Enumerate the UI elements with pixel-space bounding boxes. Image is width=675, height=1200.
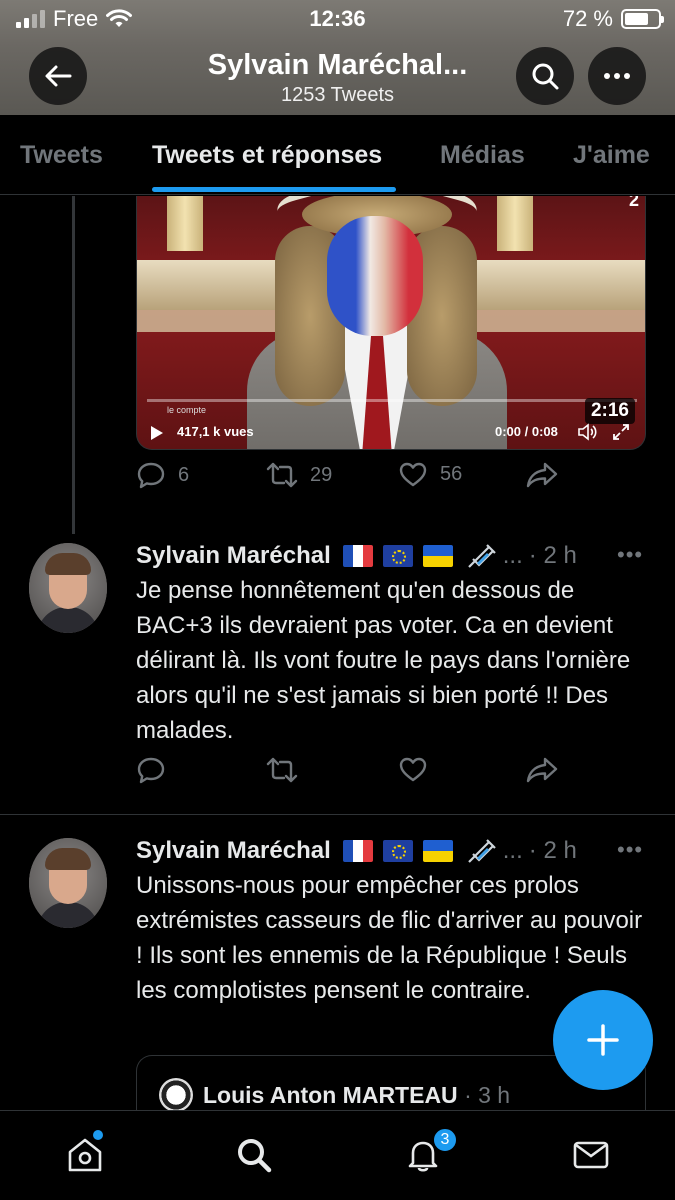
reply-count: 6 [178, 463, 190, 486]
retweet-icon [266, 462, 298, 488]
play-icon[interactable] [151, 426, 163, 440]
name-emojis [342, 541, 497, 571]
tweet-timestamp[interactable]: · 2 h [529, 542, 577, 570]
home-notification-dot [93, 1130, 103, 1140]
channel-logo: 2 [628, 196, 639, 210]
heart-icon [399, 462, 427, 487]
reply-icon [137, 462, 165, 489]
home-icon [68, 1138, 102, 1172]
plus-icon [587, 1024, 619, 1056]
tweet[interactable]: Sylvain Maréchal ... · 2 h ••• Je pense … [0, 540, 675, 810]
name-emojis [342, 836, 497, 866]
battery-percent: 72 % [562, 6, 613, 31]
avatar[interactable] [29, 838, 107, 928]
video-time: 0:00 / 0:08 [495, 424, 558, 439]
more-icon [604, 73, 630, 79]
video-thumbnail-face [327, 216, 423, 336]
like-button[interactable] [398, 755, 428, 783]
syringe-icon [467, 544, 496, 568]
syringe-icon [467, 839, 496, 863]
france-flag-icon [342, 840, 373, 862]
share-button[interactable] [526, 755, 558, 785]
profile-title: Sylvain Maréchal... 1253 Tweets [160, 49, 515, 107]
video-views: 417,1 k vues [177, 424, 254, 439]
tweet-header: Sylvain Maréchal ... · 2 h [136, 540, 577, 572]
retweet-icon [266, 757, 298, 783]
tweet-name-ellipsis: ... [502, 542, 523, 569]
nav-search[interactable] [232, 1133, 276, 1177]
retweet-button[interactable]: 29 [266, 460, 332, 490]
video-player[interactable]: 2 2:16 le compte 417,1 k vues 0:00 / 0:0… [136, 196, 646, 450]
avatar[interactable] [29, 543, 107, 633]
notifications-badge: 3 [432, 1127, 458, 1153]
tweet-header: Sylvain Maréchal ... · 2 h [136, 835, 577, 867]
tweet-text: Je pense honnêtement qu'en dessous de BA… [136, 577, 631, 744]
tweet-author-name[interactable]: Sylvain Maréchal [136, 837, 331, 865]
tweet-actions: 6 29 56 [136, 460, 646, 500]
active-tab-indicator [152, 187, 396, 192]
battery-icon [621, 9, 664, 29]
tweet-author-name[interactable]: Sylvain Maréchal [136, 542, 331, 570]
video-controls: 417,1 k vues 0:00 / 0:08 [137, 420, 645, 448]
tab-tweets-and-replies[interactable]: Tweets et réponses [152, 141, 382, 170]
reply-button[interactable]: 6 [136, 460, 189, 490]
ukraine-flag-icon [422, 840, 453, 862]
video-progress-bar[interactable] [147, 399, 637, 402]
nav-home[interactable] [63, 1133, 107, 1177]
heart-icon [399, 757, 427, 782]
eu-flag-icon [382, 840, 413, 862]
reply-button[interactable] [136, 755, 166, 785]
more-options-button[interactable] [588, 47, 646, 105]
search-icon [532, 63, 559, 90]
tab-likes[interactable]: J'aime [573, 141, 650, 170]
back-button[interactable] [29, 47, 87, 105]
france-flag-icon [342, 545, 373, 567]
tweet-more-button[interactable]: ••• [617, 542, 643, 568]
tab-tweets[interactable]: Tweets [20, 141, 103, 170]
like-button[interactable]: 56 [398, 460, 462, 488]
search-button[interactable] [516, 47, 574, 105]
quoted-timestamp: · 3 h [464, 1082, 511, 1108]
tweet-actions [136, 755, 646, 795]
nav-messages[interactable] [569, 1133, 613, 1177]
compose-tweet-button[interactable] [553, 990, 653, 1090]
tweet-more-button[interactable]: ••• [617, 837, 643, 863]
bottom-navigation: 3 [0, 1110, 675, 1200]
profile-name: Sylvain Maréchal... [207, 49, 468, 81]
retweet-button[interactable] [266, 755, 298, 785]
ukraine-flag-icon [422, 545, 453, 567]
share-icon [526, 757, 558, 783]
tweet-name-ellipsis: ... [502, 837, 523, 864]
thread-connector [72, 196, 75, 534]
profile-tabs: Tweets Tweets et réponses Médias J'aime [0, 115, 675, 195]
tweet-timestamp[interactable]: · 2 h [529, 837, 577, 865]
status-bar: Free 12:36 72 % [0, 0, 675, 38]
eu-flag-icon [382, 545, 413, 567]
like-count: 56 [440, 462, 463, 485]
mail-icon [573, 1141, 609, 1169]
tab-media[interactable]: Médias [440, 141, 525, 170]
arrow-left-icon [45, 65, 72, 87]
tweet-divider [0, 814, 675, 815]
quoted-avatar [159, 1078, 193, 1112]
search-icon [238, 1139, 272, 1173]
share-button[interactable] [526, 460, 558, 490]
retweet-count: 29 [310, 463, 333, 486]
fullscreen-icon[interactable] [611, 422, 631, 442]
quoted-author-name: Louis Anton MARTEAU [203, 1082, 458, 1108]
share-icon [526, 462, 558, 488]
tweet-count: 1253 Tweets [280, 84, 395, 106]
video-watermark: le compte [167, 405, 207, 415]
tweet-text: Unissons-nous pour empêcher ces prolos e… [136, 872, 643, 1004]
volume-icon[interactable] [577, 422, 599, 442]
reply-icon [137, 757, 165, 784]
